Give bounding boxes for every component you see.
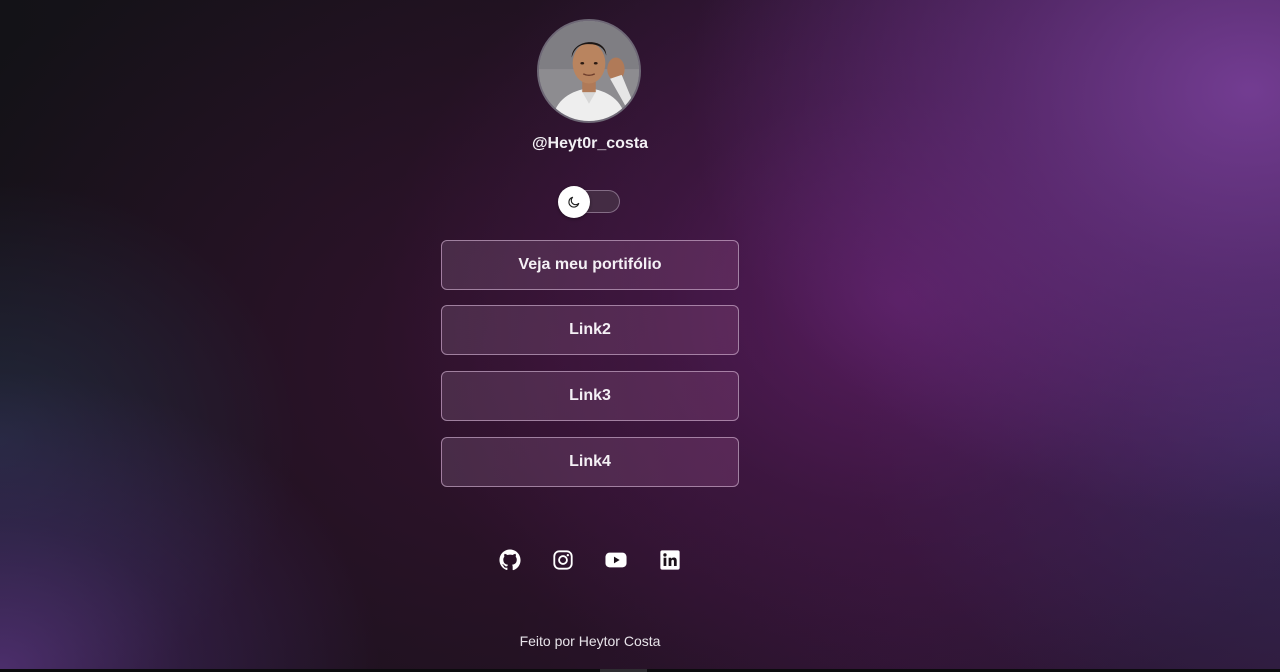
youtube-icon: [605, 552, 627, 568]
profile-photo: [539, 21, 639, 121]
moon-icon: [568, 196, 580, 208]
link-button-2[interactable]: Link2: [441, 305, 739, 355]
link-button-4[interactable]: Link4: [441, 437, 739, 487]
avatar: [537, 19, 641, 123]
footer-credit: Feito por Heytor Costa: [519, 633, 661, 649]
instagram-icon: [553, 550, 573, 570]
theme-toggle-knob[interactable]: [558, 186, 590, 218]
link-button-portfolio[interactable]: Veja meu portifólio: [441, 240, 739, 290]
youtube-link[interactable]: [604, 548, 628, 572]
linkedin-icon: [660, 550, 680, 570]
username: @Heyt0r_costa: [531, 135, 649, 152]
linkedin-link[interactable]: [658, 548, 682, 572]
github-icon: [499, 549, 521, 571]
instagram-link[interactable]: [551, 548, 575, 572]
link-button-3[interactable]: Link3: [441, 371, 739, 421]
github-link[interactable]: [498, 548, 522, 572]
